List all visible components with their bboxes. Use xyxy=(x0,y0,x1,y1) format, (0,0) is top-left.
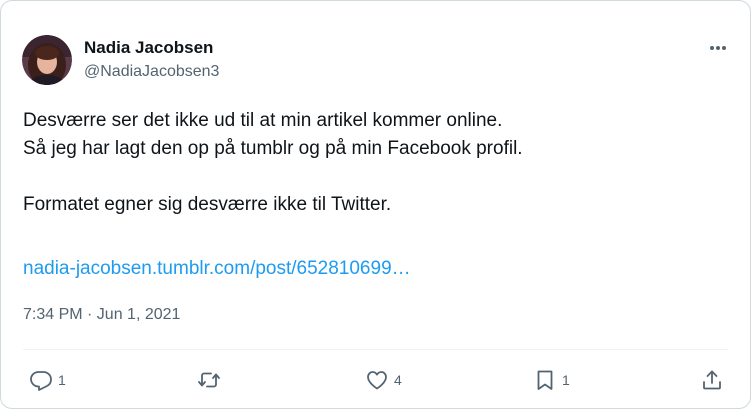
author-name[interactable]: Nadia Jacobsen xyxy=(84,38,213,58)
tweet-line: Formatet egner sig desværre ikke til Twi… xyxy=(23,194,392,215)
reply-button[interactable]: 1 xyxy=(29,366,66,394)
reply-count: 1 xyxy=(58,372,66,388)
tweet-link[interactable]: nadia-jacobsen.tumblr.com/post/652810699… xyxy=(23,258,411,280)
tweet-text: Desværre ser det ikke ud til at min arti… xyxy=(23,107,723,219)
like-count: 4 xyxy=(394,372,402,388)
share-button[interactable] xyxy=(700,366,724,394)
more-button[interactable] xyxy=(703,37,733,59)
share-icon xyxy=(703,370,721,390)
bookmark-icon xyxy=(537,370,553,390)
like-button[interactable]: 4 xyxy=(365,366,402,394)
avatar[interactable] xyxy=(22,35,72,85)
reply-icon xyxy=(30,371,52,391)
author-handle[interactable]: @NadiaJacobsen3 xyxy=(84,63,219,81)
more-icon xyxy=(710,46,726,50)
tweet-card: Nadia Jacobsen @NadiaJacobsen3 Desværre … xyxy=(0,0,751,409)
tweet-line: Desværre ser det ikke ud til at min arti… xyxy=(23,110,503,131)
retweet-icon xyxy=(198,372,220,388)
tweet-line: Så jeg har lagt den op på tumblr og på m… xyxy=(23,138,523,159)
like-icon xyxy=(367,371,387,390)
tweet-timestamp[interactable]: 7:34 PM · Jun 1, 2021 xyxy=(23,306,180,324)
divider xyxy=(23,349,728,350)
bookmark-button[interactable]: 1 xyxy=(533,366,570,394)
bookmark-count: 1 xyxy=(562,372,570,388)
retweet-button[interactable] xyxy=(197,366,221,394)
